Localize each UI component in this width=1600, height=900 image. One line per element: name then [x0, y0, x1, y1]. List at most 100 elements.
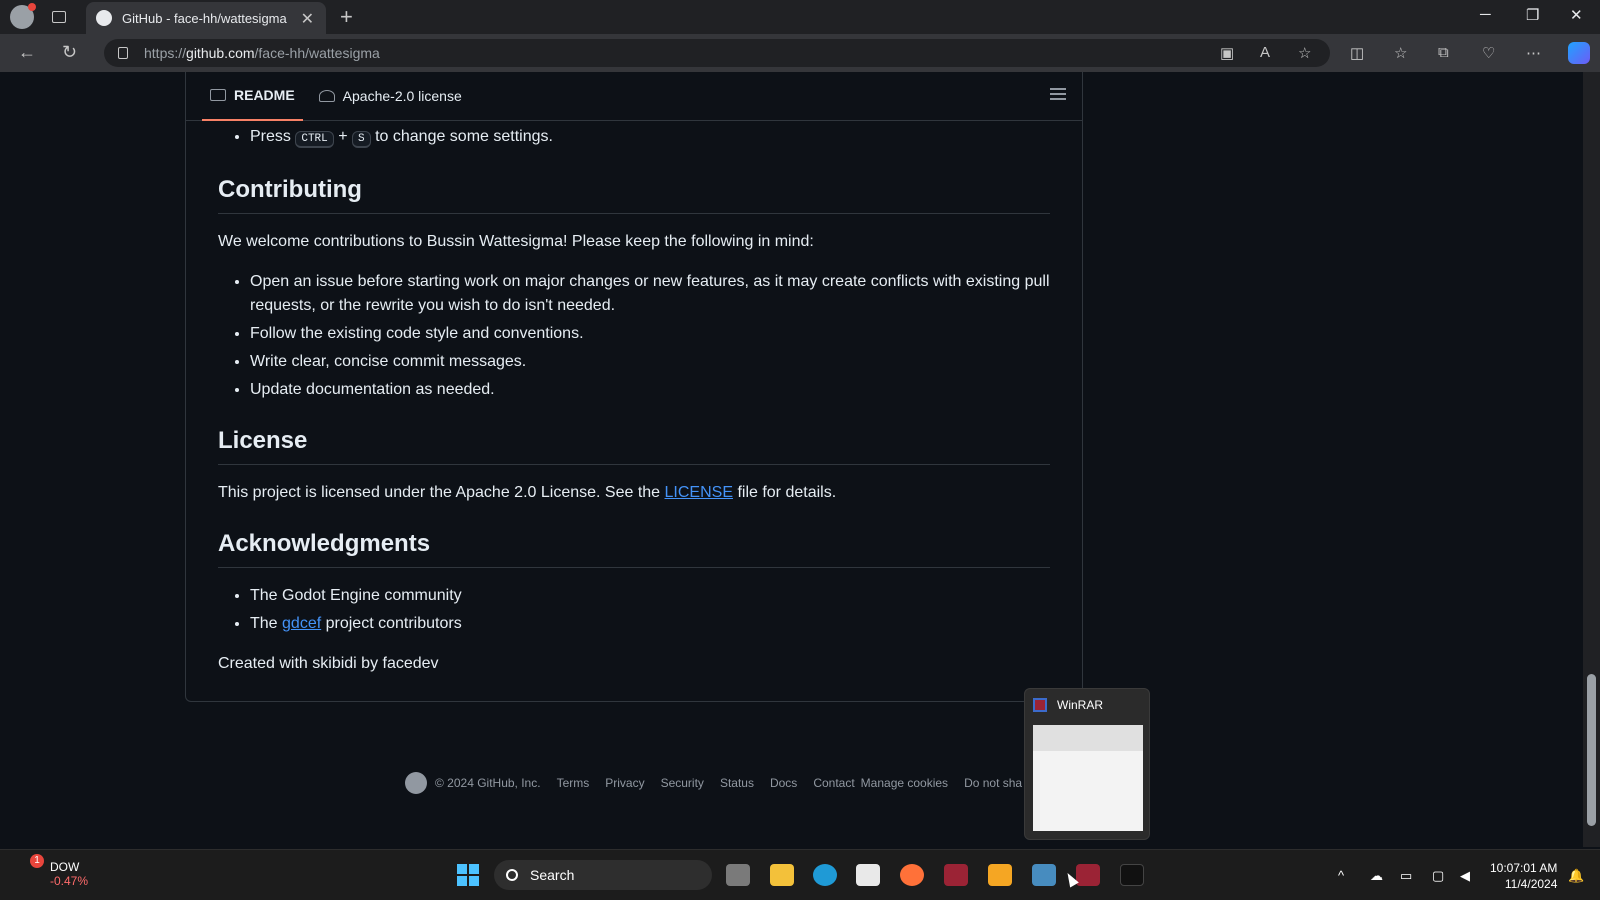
- search-icon: [506, 869, 518, 881]
- start-button[interactable]: [457, 864, 479, 886]
- new-tab-button[interactable]: +: [340, 4, 353, 30]
- footer-copyright: © 2024 GitHub, Inc.: [435, 776, 541, 790]
- footer-link-contact[interactable]: Contact: [813, 776, 854, 790]
- media-player-icon[interactable]: [988, 864, 1012, 886]
- winrar-icon: [1033, 698, 1047, 712]
- favorites-icon[interactable]: ☆: [1394, 44, 1407, 62]
- address-bar[interactable]: https://github.com/face-hh/wattesigma: [104, 39, 1330, 67]
- browser-tab[interactable]: GitHub - face-hh/wattesigma ✕: [86, 2, 326, 34]
- plus-text: +: [338, 128, 348, 145]
- preview-title-text: WinRAR: [1057, 698, 1104, 712]
- created-text: Created with skibidi by facedev: [218, 655, 439, 672]
- store-icon[interactable]: [856, 864, 880, 886]
- tab-readme[interactable]: README: [202, 72, 303, 121]
- license-text: This project is licensed under the Apach…: [218, 481, 1050, 505]
- tiktok-icon[interactable]: [1120, 864, 1144, 886]
- footer-link-cookies[interactable]: Manage cookies: [861, 776, 948, 790]
- press-text: Press: [250, 128, 291, 145]
- book-icon: [210, 89, 226, 101]
- window-close-button[interactable]: ✕: [1570, 6, 1583, 24]
- task-view-icon[interactable]: [726, 864, 750, 886]
- footer-link-docs[interactable]: Docs: [770, 776, 797, 790]
- collections-icon[interactable]: ⧉: [1438, 44, 1449, 61]
- edge-icon[interactable]: [813, 864, 837, 886]
- list-item: Write clear, concise commit messages.: [250, 350, 1050, 374]
- contributing-list: Open an issue before starting work on ma…: [218, 270, 1050, 402]
- list-item: Update documentation as needed.: [250, 378, 1050, 402]
- settings-list: Press CTRL + S to change some settings.: [218, 125, 1050, 151]
- show-hidden-icons[interactable]: ^: [1338, 868, 1344, 883]
- split-screen-icon[interactable]: ◫: [1350, 44, 1364, 62]
- tab-actions-icon[interactable]: [52, 11, 66, 23]
- ack-post: project contributors: [325, 615, 462, 632]
- clock-date: 11/4/2024: [1504, 877, 1558, 891]
- taskbar-search[interactable]: Search: [494, 860, 712, 890]
- url-scheme: https://: [144, 45, 187, 61]
- file-explorer-icon[interactable]: [770, 864, 794, 886]
- list-item: The Godot Engine community: [250, 584, 1050, 608]
- list-item: Follow the existing code style and conve…: [250, 322, 1050, 346]
- readme-tabs: README Apache-2.0 license: [186, 72, 1082, 121]
- clock-time: 10:07:01 AM: [1490, 861, 1558, 875]
- readme-body: Press CTRL + S to change some settings. …: [186, 125, 1082, 676]
- scale-icon: [318, 90, 335, 102]
- gdcef-link[interactable]: gdcef: [282, 615, 321, 632]
- press-post-text: to change some settings.: [375, 128, 553, 145]
- firefox-icon[interactable]: [900, 864, 924, 886]
- volume-icon[interactable]: ◀: [1460, 868, 1470, 884]
- url-path: /face-hh/wattesigma: [254, 45, 380, 61]
- kbd-ctrl: CTRL: [295, 131, 334, 148]
- system-clock[interactable]: 10:07:01 AM 11/4/2024: [1490, 860, 1557, 892]
- acknowledgments-list: The Godot Engine community The gdcef pro…: [218, 584, 1050, 636]
- license-text-post: file for details.: [737, 484, 837, 501]
- winrar-app-icon[interactable]: [944, 864, 968, 886]
- license-text-pre: This project is licensed under the Apach…: [218, 484, 661, 501]
- tab-readme-label: README: [234, 87, 295, 103]
- kbd-s: S: [352, 131, 371, 148]
- winrar-preview[interactable]: WinRAR: [1024, 688, 1150, 840]
- read-aloud-icon[interactable]: A: [1260, 44, 1270, 61]
- github-logo-icon[interactable]: [405, 772, 427, 794]
- tab-title: GitHub - face-hh/wattesigma: [122, 10, 287, 26]
- lock-icon[interactable]: [118, 47, 128, 59]
- page-footer: © 2024 GitHub, Inc. Terms Privacy Securi…: [405, 772, 1067, 794]
- restore-button[interactable]: ❐: [1526, 6, 1539, 24]
- onedrive-icon[interactable]: ☁: [1370, 868, 1383, 884]
- scrollbar-thumb[interactable]: [1587, 674, 1596, 826]
- contributing-intro: We welcome contributions to Bussin Watte…: [218, 233, 814, 250]
- preview-thumbnail[interactable]: [1033, 725, 1143, 831]
- list-item: Press CTRL + S to change some settings.: [250, 125, 1050, 151]
- footer-link-privacy[interactable]: Privacy: [605, 776, 644, 790]
- notification-badge: 1: [30, 854, 44, 868]
- godot-icon[interactable]: [1032, 864, 1056, 886]
- preview-title: WinRAR: [1025, 689, 1149, 721]
- footer-link-status[interactable]: Status: [720, 776, 754, 790]
- keyboard-icon[interactable]: ▭: [1400, 868, 1412, 884]
- winrar-taskbar-icon[interactable]: [1076, 864, 1100, 886]
- search-label: Search: [530, 867, 575, 883]
- footer-link-security[interactable]: Security: [661, 776, 704, 790]
- url-host: github.com: [186, 45, 255, 61]
- copilot-icon[interactable]: [1568, 42, 1590, 64]
- footer-link-terms[interactable]: Terms: [557, 776, 590, 790]
- ticker-change: -0.47%: [50, 874, 89, 888]
- favorite-star-icon[interactable]: ☆: [1298, 44, 1311, 62]
- footer-link-do-not-share[interactable]: Do not sha: [964, 776, 1022, 790]
- browser-essentials-icon[interactable]: ♡: [1482, 44, 1495, 62]
- notification-bell-icon[interactable]: 🔔: [1568, 868, 1584, 884]
- tab-license[interactable]: Apache-2.0 license: [311, 72, 470, 121]
- tab-license-label: Apache-2.0 license: [342, 88, 462, 104]
- license-link[interactable]: LICENSE: [665, 484, 733, 501]
- outline-list-icon[interactable]: [1050, 88, 1066, 100]
- list-item: Open an issue before starting work on ma…: [250, 270, 1050, 318]
- network-icon[interactable]: ▢: [1432, 868, 1444, 884]
- minimize-button[interactable]: ─: [1480, 6, 1491, 23]
- reload-button[interactable]: ↻: [62, 42, 77, 63]
- back-button[interactable]: ←: [18, 42, 36, 63]
- close-tab-icon[interactable]: ✕: [301, 9, 314, 29]
- app-available-icon[interactable]: ▣: [1220, 44, 1234, 62]
- list-item: The gdcef project contributors: [250, 612, 1050, 636]
- stock-widget[interactable]: 1 DOW -0.47%: [18, 854, 89, 888]
- profile-avatar[interactable]: [10, 3, 36, 29]
- settings-menu-icon[interactable]: ⋯: [1526, 44, 1541, 62]
